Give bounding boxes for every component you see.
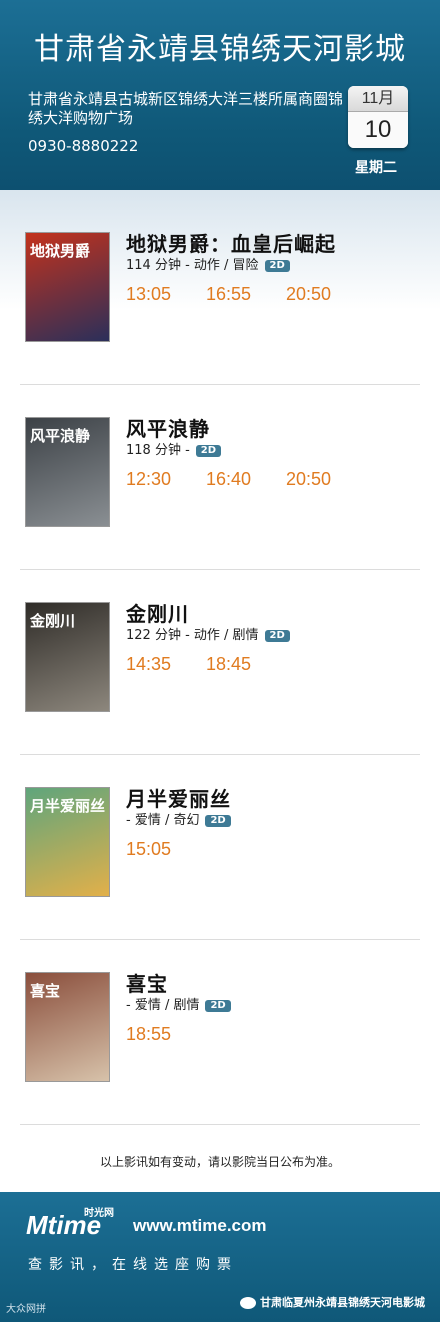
movie-meta-text: - 爱情 / 奇幻 (126, 813, 200, 828)
poster-title: 月半爱丽丝 (30, 797, 106, 815)
movie-meta-text: 118 分钟 - (126, 443, 190, 458)
calendar-month: 11月 (348, 86, 408, 112)
poster-title: 地狱男爵 (30, 242, 91, 260)
movie-meta-text: 114 分钟 - 动作 / 冒险 (126, 258, 259, 273)
showtimes: 12:30 16:40 20:50 (126, 469, 366, 490)
movie-meta: 118 分钟 - 2D (126, 439, 222, 458)
movie-item[interactable]: 地狱男爵 地狱男爵：血皇后崛起 114 分钟 - 动作 / 冒险 2D 13:05… (20, 200, 420, 385)
movie-meta: 114 分钟 - 动作 / 冒险 2D (126, 254, 290, 273)
movie-poster[interactable]: 喜宝 (25, 972, 110, 1082)
showtime[interactable]: 14:35 (126, 654, 206, 675)
header: 甘肃省永靖县锦绣天河影城 甘肃省永靖县古城新区锦绣大洋三楼所属商圈锦绣大洋购物广… (0, 0, 440, 190)
showtime[interactable]: 18:45 (206, 654, 286, 675)
showtimes: 18:55 (126, 1024, 206, 1045)
showtime[interactable]: 13:05 (126, 284, 206, 305)
calendar-day: 10 (348, 112, 408, 148)
movie-item[interactable]: 喜宝 喜宝 - 爱情 / 剧情 2D 18:55 (20, 940, 420, 1125)
movie-meta-text: 122 分钟 - 动作 / 剧情 (126, 628, 259, 643)
movie-meta: - 爱情 / 剧情 2D (126, 994, 231, 1013)
movie-meta-text: - 爱情 / 剧情 (126, 998, 200, 1013)
footer: Mtime 时光网 www.mtime.com 查影讯，在线选座购票 甘肃临夏州… (0, 1192, 440, 1322)
poster-title: 风平浪静 (30, 427, 91, 445)
showtime[interactable]: 16:55 (206, 284, 286, 305)
showtimes: 13:05 16:55 20:50 (126, 284, 366, 305)
wechat-label: 甘肃临夏州永靖县锦绣天河电影城 (260, 1296, 425, 1309)
showtimes: 15:05 (126, 839, 206, 860)
cinema-address: 甘肃省永靖县古城新区锦绣大洋三楼所属商圈锦绣大洋购物广场 (28, 90, 344, 127)
showtime[interactable]: 16:40 (206, 469, 286, 490)
movie-poster[interactable]: 月半爱丽丝 (25, 787, 110, 897)
watermark: 大众网拼 (6, 1304, 46, 1315)
calendar-icon: 11月 10 (348, 86, 408, 148)
movie-title[interactable]: 金刚川 (126, 598, 189, 627)
showtime[interactable]: 18:55 (126, 1024, 206, 1045)
movie-meta: 122 分钟 - 动作 / 剧情 2D (126, 624, 290, 643)
site-url[interactable]: www.mtime.com (133, 1216, 267, 1236)
movie-poster[interactable]: 金刚川 (25, 602, 110, 712)
wechat-account[interactable]: 甘肃临夏州永靖县锦绣天河电影城 (240, 1294, 425, 1310)
cinema-name: 甘肃省永靖县锦绣天河影城 (34, 32, 406, 67)
format-badge: 2D (205, 999, 231, 1012)
poster-title: 喜宝 (30, 982, 61, 1000)
showtime[interactable]: 12:30 (126, 469, 206, 490)
format-badge: 2D (264, 629, 290, 642)
movie-title[interactable]: 风平浪静 (126, 413, 210, 442)
showtime[interactable]: 20:50 (286, 284, 366, 305)
schedule-notice: 以上影讯如有变动，请以影院当日公布为准。 (99, 1155, 340, 1169)
format-badge: 2D (205, 814, 231, 827)
footer-slogan: 查影讯，在线选座购票 (28, 1257, 238, 1273)
movie-item[interactable]: 风平浪静 风平浪静 118 分钟 - 2D 12:30 16:40 20:50 (20, 385, 420, 570)
mtime-logo-cn: 时光网 (84, 1208, 114, 1219)
movie-title[interactable]: 月半爱丽丝 (126, 783, 231, 812)
movie-poster[interactable]: 地狱男爵 (25, 232, 110, 342)
showtime[interactable]: 20:50 (286, 469, 366, 490)
showtimes: 14:35 18:45 (126, 654, 286, 675)
wechat-icon (240, 1297, 256, 1309)
movie-meta: - 爱情 / 奇幻 2D (126, 809, 231, 828)
weekday: 星期二 (355, 160, 397, 176)
format-badge: 2D (195, 444, 222, 457)
movie-poster[interactable]: 风平浪静 (25, 417, 110, 527)
cinema-phone[interactable]: 0930-8880222 (28, 137, 138, 155)
showtime[interactable]: 15:05 (126, 839, 206, 860)
movie-item[interactable]: 金刚川 金刚川 122 分钟 - 动作 / 剧情 2D 14:35 18:45 (20, 570, 420, 755)
movie-item[interactable]: 月半爱丽丝 月半爱丽丝 - 爱情 / 奇幻 2D 15:05 (20, 755, 420, 940)
poster-title: 金刚川 (30, 612, 76, 630)
format-badge: 2D (264, 259, 290, 272)
movie-title[interactable]: 喜宝 (126, 968, 168, 997)
movie-title[interactable]: 地狱男爵：血皇后崛起 (126, 228, 336, 257)
